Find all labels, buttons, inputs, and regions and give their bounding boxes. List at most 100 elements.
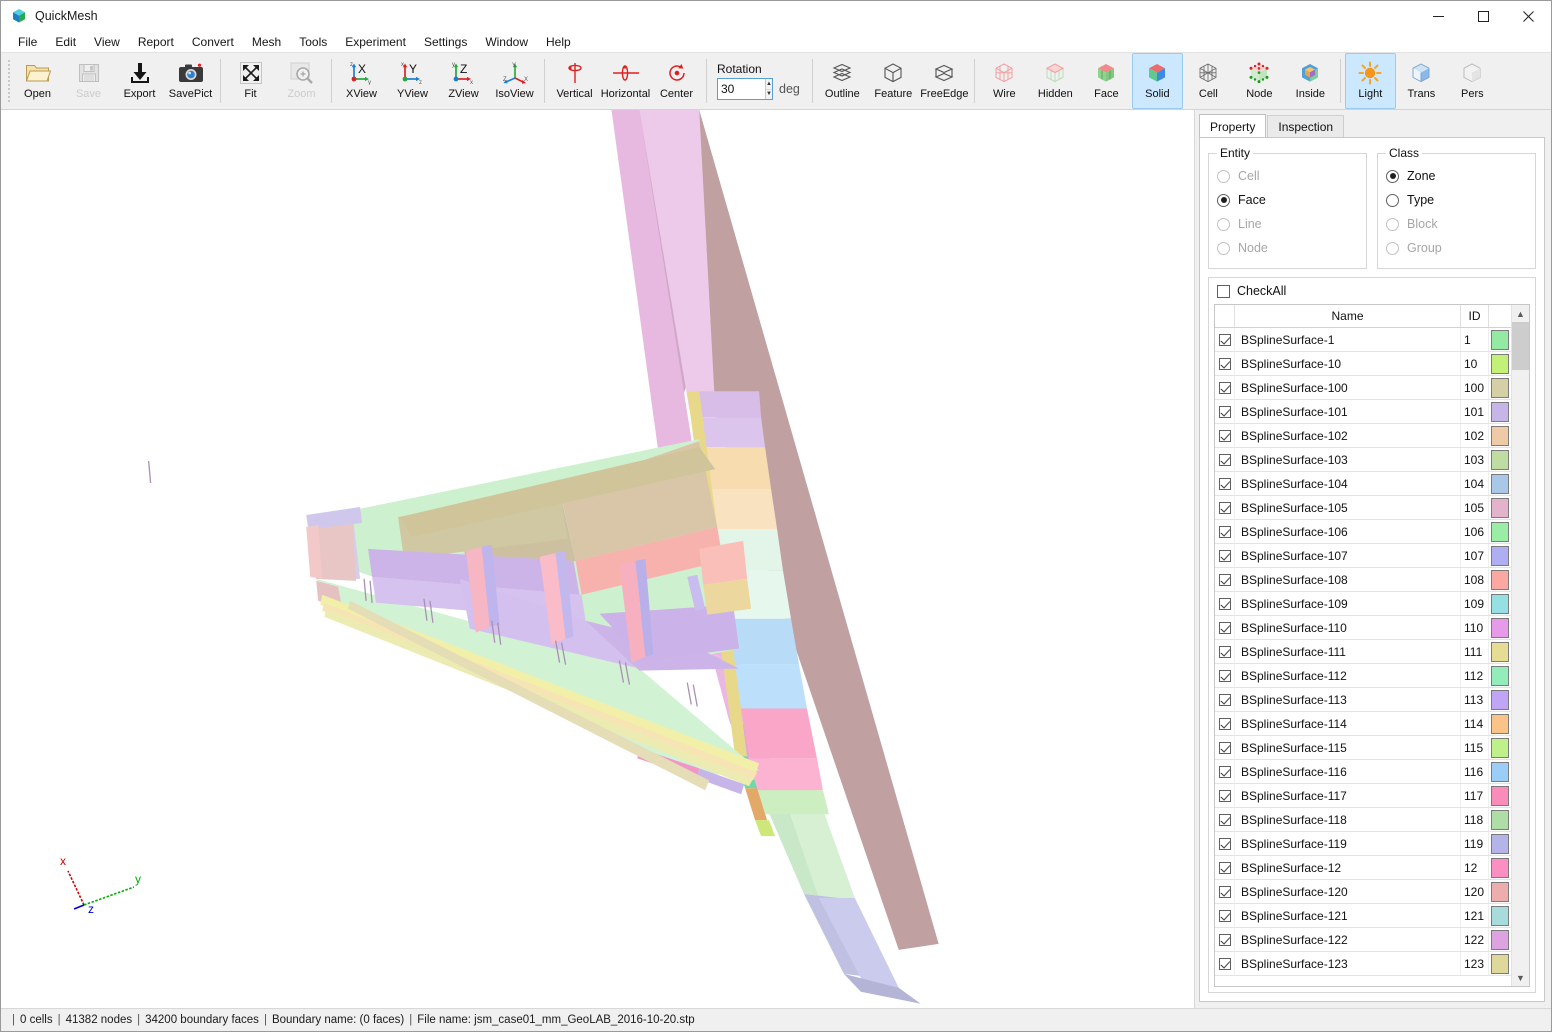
table-row[interactable]: BSplineSurface-107 107 (1215, 544, 1511, 568)
menu-tools[interactable]: Tools (290, 33, 336, 51)
row-checkbox[interactable] (1218, 525, 1231, 538)
row-checkbox-cell[interactable] (1215, 376, 1235, 399)
table-row[interactable]: BSplineSurface-104 104 (1215, 472, 1511, 496)
feature-button[interactable]: Feature (868, 53, 919, 109)
row-checkbox[interactable] (1218, 717, 1231, 730)
3d-viewport[interactable]: x y z (1, 110, 1195, 1008)
table-row[interactable]: BSplineSurface-10 10 (1215, 352, 1511, 376)
row-checkbox[interactable] (1218, 669, 1231, 682)
row-color-cell[interactable] (1489, 712, 1511, 735)
class-option-block[interactable]: Block (1386, 212, 1527, 236)
table-row[interactable]: BSplineSurface-1 1 (1215, 328, 1511, 352)
color-swatch[interactable] (1491, 497, 1509, 518)
row-checkbox-cell[interactable] (1215, 520, 1235, 543)
xview-button[interactable]: z y X XView (336, 53, 387, 109)
color-swatch[interactable] (1491, 857, 1509, 878)
table-row[interactable]: BSplineSurface-121 121 (1215, 904, 1511, 928)
face-button[interactable]: Face (1081, 53, 1132, 109)
isoview-button[interactable]: Y Z X IsoView (489, 53, 540, 109)
row-checkbox-cell[interactable] (1215, 856, 1235, 879)
outline-button[interactable]: Outline (817, 53, 868, 109)
node-button[interactable]: Node (1234, 53, 1285, 109)
row-color-cell[interactable] (1489, 592, 1511, 615)
row-color-cell[interactable] (1489, 784, 1511, 807)
row-color-cell[interactable] (1489, 904, 1511, 927)
row-checkbox-cell[interactable] (1215, 760, 1235, 783)
check-all-checkbox[interactable] (1217, 284, 1230, 298)
fit-button[interactable]: Fit (225, 53, 276, 109)
row-checkbox[interactable] (1218, 549, 1231, 562)
row-checkbox[interactable] (1218, 909, 1231, 922)
row-checkbox-cell[interactable] (1215, 352, 1235, 375)
tab-property[interactable]: Property (1199, 114, 1267, 137)
row-checkbox-cell[interactable] (1215, 904, 1235, 927)
row-checkbox-cell[interactable] (1215, 544, 1235, 567)
minimize-button[interactable] (1416, 1, 1461, 31)
menu-mesh[interactable]: Mesh (243, 33, 290, 51)
color-swatch[interactable] (1491, 377, 1509, 398)
row-checkbox-cell[interactable] (1215, 736, 1235, 759)
menu-help[interactable]: Help (537, 33, 580, 51)
table-row[interactable]: BSplineSurface-116 116 (1215, 760, 1511, 784)
color-swatch[interactable] (1491, 569, 1509, 590)
row-checkbox-cell[interactable] (1215, 688, 1235, 711)
menu-file[interactable]: File (9, 33, 46, 51)
table-scrollbar[interactable]: ▲ ▼ (1511, 305, 1529, 986)
zoom-button[interactable]: Zoom (276, 53, 327, 109)
color-swatch[interactable] (1491, 737, 1509, 758)
row-checkbox[interactable] (1218, 765, 1231, 778)
color-swatch[interactable] (1491, 785, 1509, 806)
row-checkbox-cell[interactable] (1215, 400, 1235, 423)
row-color-cell[interactable] (1489, 736, 1511, 759)
savepict-button[interactable]: SavePict (165, 53, 216, 109)
table-row[interactable]: BSplineSurface-109 109 (1215, 592, 1511, 616)
row-checkbox[interactable] (1218, 573, 1231, 586)
save-button[interactable]: Save (63, 53, 114, 109)
class-option-group[interactable]: Group (1386, 236, 1527, 260)
row-checkbox[interactable] (1218, 693, 1231, 706)
row-color-cell[interactable] (1489, 760, 1511, 783)
solid-button[interactable]: Solid (1131, 53, 1183, 109)
color-swatch[interactable] (1491, 617, 1509, 638)
row-color-cell[interactable] (1489, 568, 1511, 591)
row-color-cell[interactable] (1489, 688, 1511, 711)
table-row[interactable]: BSplineSurface-114 114 (1215, 712, 1511, 736)
scrollbar-track[interactable] (1512, 322, 1529, 969)
table-row[interactable]: BSplineSurface-101 101 (1215, 400, 1511, 424)
row-checkbox-cell[interactable] (1215, 784, 1235, 807)
table-row[interactable]: BSplineSurface-110 110 (1215, 616, 1511, 640)
scroll-down-icon[interactable]: ▼ (1512, 969, 1529, 986)
row-checkbox[interactable] (1218, 789, 1231, 802)
row-color-cell[interactable] (1489, 352, 1511, 375)
row-checkbox[interactable] (1218, 597, 1231, 610)
row-checkbox[interactable] (1218, 861, 1231, 874)
tab-inspection[interactable]: Inspection (1267, 115, 1345, 137)
row-checkbox[interactable] (1218, 453, 1231, 466)
row-checkbox-cell[interactable] (1215, 712, 1235, 735)
row-color-cell[interactable] (1489, 952, 1511, 975)
row-checkbox-cell[interactable] (1215, 616, 1235, 639)
table-row[interactable]: BSplineSurface-106 106 (1215, 520, 1511, 544)
entity-option-node[interactable]: Node (1217, 236, 1358, 260)
row-checkbox-cell[interactable] (1215, 496, 1235, 519)
menu-experiment[interactable]: Experiment (336, 33, 415, 51)
table-row[interactable]: BSplineSurface-111 111 (1215, 640, 1511, 664)
entity-option-cell[interactable]: Cell (1217, 164, 1358, 188)
row-color-cell[interactable] (1489, 832, 1511, 855)
row-color-cell[interactable] (1489, 856, 1511, 879)
row-checkbox-cell[interactable] (1215, 448, 1235, 471)
color-swatch[interactable] (1491, 905, 1509, 926)
table-row[interactable]: BSplineSurface-100 100 (1215, 376, 1511, 400)
pers-button[interactable]: Pers (1447, 53, 1498, 109)
row-color-cell[interactable] (1489, 640, 1511, 663)
trans-button[interactable]: Trans (1396, 53, 1447, 109)
entity-option-line[interactable]: Line (1217, 212, 1358, 236)
wire-button[interactable]: Wire (979, 53, 1030, 109)
export-button[interactable]: Export (114, 53, 165, 109)
menu-view[interactable]: View (85, 33, 129, 51)
table-row[interactable]: BSplineSurface-113 113 (1215, 688, 1511, 712)
table-row[interactable]: BSplineSurface-12 12 (1215, 856, 1511, 880)
color-swatch[interactable] (1491, 761, 1509, 782)
row-checkbox-cell[interactable] (1215, 808, 1235, 831)
color-swatch[interactable] (1491, 689, 1509, 710)
